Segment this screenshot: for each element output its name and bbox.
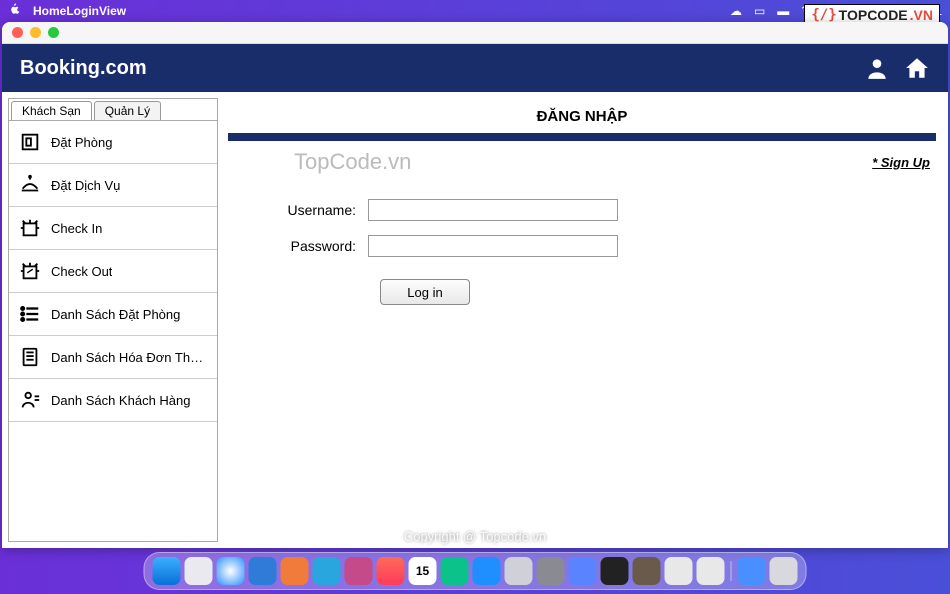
sidebar-item-ds-khach-hang[interactable]: Danh Sách Khách Hàng xyxy=(9,379,217,422)
menubar-indicator-icon[interactable]: ▭ xyxy=(754,4,765,18)
docker-icon[interactable]: ☁ xyxy=(730,4,742,18)
dock-app-icon[interactable] xyxy=(441,557,469,585)
dock-separator xyxy=(731,561,732,581)
brand-title: Booking.com xyxy=(20,57,147,80)
dock-settings-icon[interactable] xyxy=(537,557,565,585)
tab-khach-san[interactable]: Khách Sạn xyxy=(11,101,92,120)
login-title: ĐĂNG NHẬP xyxy=(228,108,936,125)
dock-safari-icon[interactable] xyxy=(217,557,245,585)
sidebar-item-ds-hoa-don[interactable]: Danh Sách Hóa Đơn Thuê Ph... xyxy=(9,336,217,379)
dock-launchpad-icon[interactable] xyxy=(185,557,213,585)
dock-app-icon[interactable] xyxy=(665,557,693,585)
dock-trash-icon[interactable] xyxy=(770,557,798,585)
dock-app-icon[interactable] xyxy=(281,557,309,585)
sidebar: Khách Sạn Quản Lý Đặt Phòng Đặt Dịch Vụ … xyxy=(8,98,218,542)
home-icon[interactable] xyxy=(904,55,930,81)
dock-terminal-icon[interactable] xyxy=(601,557,629,585)
user-icon[interactable] xyxy=(864,55,890,81)
sidebar-item-check-in[interactable]: Check In xyxy=(9,207,217,250)
customer-icon xyxy=(19,389,41,411)
dock-calendar-icon[interactable]: 15 xyxy=(409,557,437,585)
sidebar-list: Đặt Phòng Đặt Dịch Vụ Check In Check Out… xyxy=(9,121,217,541)
battery-icon[interactable]: ▬ xyxy=(777,4,789,18)
main-panel: ĐĂNG NHẬP TopCode.vn * Sign Up Username:… xyxy=(224,92,948,548)
sidebar-item-ds-dat-phong[interactable]: Danh Sách Đặt Phòng xyxy=(9,293,217,336)
login-separator xyxy=(228,133,936,141)
sidebar-item-label: Check Out xyxy=(51,264,112,279)
room-icon xyxy=(19,131,41,153)
list-icon xyxy=(19,303,41,325)
dock-app-icon[interactable] xyxy=(313,557,341,585)
sidebar-tabs: Khách Sạn Quản Lý xyxy=(9,99,217,121)
window-maximize-button[interactable] xyxy=(48,27,59,38)
topcode-watermark-text: TopCode.vn xyxy=(294,149,411,175)
login-button[interactable]: Log in xyxy=(380,279,470,305)
sidebar-item-label: Danh Sách Hóa Đơn Thuê Ph... xyxy=(51,350,207,365)
invoice-icon xyxy=(19,346,41,368)
sidebar-item-label: Đặt Dịch Vụ xyxy=(51,178,120,193)
macos-dock: 15 xyxy=(144,552,807,590)
username-label: Username: xyxy=(228,202,368,218)
dock-downloads-icon[interactable] xyxy=(738,557,766,585)
apple-logo-icon[interactable] xyxy=(8,3,21,19)
checkout-icon xyxy=(19,260,41,282)
sidebar-item-check-out[interactable]: Check Out xyxy=(9,250,217,293)
sidebar-item-label: Check In xyxy=(51,221,102,236)
dock-app-icon[interactable] xyxy=(697,557,725,585)
dock-app-icon[interactable] xyxy=(345,557,373,585)
window-titlebar xyxy=(2,22,948,44)
window-close-button[interactable] xyxy=(12,27,23,38)
dock-app-icon[interactable] xyxy=(377,557,405,585)
sidebar-item-dat-dich-vu[interactable]: Đặt Dịch Vụ xyxy=(9,164,217,207)
sidebar-item-label: Danh Sách Đặt Phòng xyxy=(51,307,180,322)
login-form: Username: Password: Log in xyxy=(228,199,936,305)
signup-link[interactable]: * Sign Up xyxy=(872,155,930,170)
checkin-icon xyxy=(19,217,41,239)
menubar-app-title[interactable]: HomeLoginView xyxy=(33,4,126,18)
dock-vscode-icon[interactable] xyxy=(249,557,277,585)
dock-app-icon[interactable] xyxy=(633,557,661,585)
dock-app-icon[interactable] xyxy=(505,557,533,585)
dock-finder-icon[interactable] xyxy=(153,557,181,585)
window-minimize-button[interactable] xyxy=(30,27,41,38)
dock-appstore-icon[interactable] xyxy=(473,557,501,585)
app-window: Booking.com Khách Sạn Quản Lý Đặt Phòng … xyxy=(2,22,948,548)
bell-icon xyxy=(19,174,41,196)
password-input[interactable] xyxy=(368,235,618,257)
sidebar-item-label: Đặt Phòng xyxy=(51,135,112,150)
sidebar-item-dat-phong[interactable]: Đặt Phòng xyxy=(9,121,217,164)
password-label: Password: xyxy=(228,238,368,254)
username-input[interactable] xyxy=(368,199,618,221)
dock-app-icon[interactable] xyxy=(569,557,597,585)
sidebar-item-label: Danh Sách Khách Hàng xyxy=(51,393,190,408)
tab-quan-ly[interactable]: Quản Lý xyxy=(94,101,161,120)
app-header: Booking.com xyxy=(2,44,948,92)
